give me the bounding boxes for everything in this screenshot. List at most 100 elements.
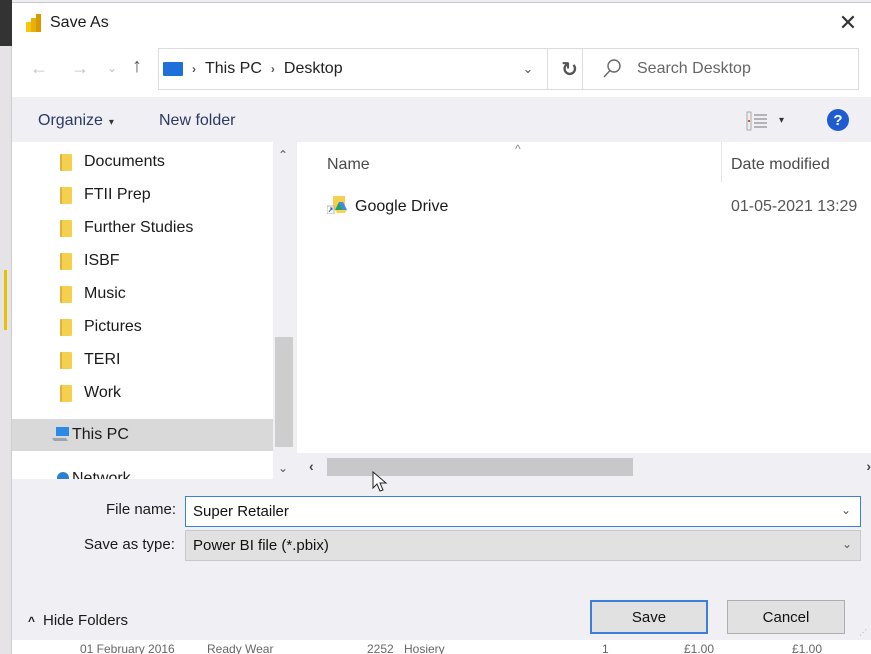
breadcrumb-this-pc[interactable]: This PC [205, 60, 262, 78]
background-accent-bar [4, 270, 7, 330]
forward-button[interactable]: → [71, 58, 89, 79]
organize-button[interactable]: Organize ▾ [38, 112, 114, 130]
column-header-date-modified[interactable]: Date modified [731, 156, 830, 174]
caret-down-icon: ▾ [108, 117, 114, 128]
google-drive-shortcut-icon [327, 196, 347, 214]
file-name: Google Drive [355, 198, 449, 215]
back-button[interactable]: ← [30, 58, 48, 79]
scroll-up-icon[interactable]: ⌃ [278, 148, 288, 162]
nav-item-further-studies[interactable]: Further Studies [12, 212, 273, 244]
address-dropdown-button[interactable]: ⌄ [509, 49, 547, 89]
background-app-bar [0, 0, 12, 46]
nav-item-label: Music [84, 285, 126, 302]
nav-item-label: Network [72, 470, 131, 479]
network-icon [57, 472, 69, 479]
nav-item-label: Further Studies [84, 219, 194, 236]
resize-grip-icon[interactable]: ⋰ [859, 628, 867, 637]
recent-locations-button[interactable]: ⌄ [107, 61, 117, 75]
folder-icon [60, 385, 72, 402]
cancel-button[interactable]: Cancel [727, 600, 845, 634]
power-bi-icon [26, 14, 41, 32]
nav-item-label: FTII Prep [84, 186, 151, 203]
mouse-cursor-icon [372, 471, 388, 492]
address-bar[interactable]: › This PC › Desktop ⌄ ↻ [158, 48, 592, 90]
file-row[interactable]: Google Drive 01-05-2021 13:29 [297, 188, 871, 220]
file-date-modified: 01-05-2021 13:29 [731, 198, 858, 215]
nav-item-documents[interactable]: Documents [12, 146, 273, 178]
chevron-down-icon: ⌄ [522, 61, 534, 76]
chevron-down-icon: ⌄ [841, 537, 852, 551]
column-header-name[interactable]: Name [327, 156, 370, 174]
close-button[interactable]: ✕ [825, 3, 871, 43]
folder-icon [60, 220, 72, 237]
nav-item-label: TERI [84, 351, 121, 368]
scrollbar-thumb[interactable] [275, 337, 293, 447]
save-as-type-select[interactable]: Power BI file (*.pbix) ⌄ [185, 530, 861, 561]
nav-pane-scrollbar[interactable]: ⌃ ⌄ [273, 142, 295, 479]
scroll-down-icon[interactable]: ⌄ [278, 461, 288, 475]
save-as-type-label: Save as type: [84, 536, 175, 553]
save-as-type-value: Power BI file (*.pbix) [193, 537, 329, 554]
search-placeholder: Search Desktop [637, 60, 751, 77]
background-cell: 01 February 2016 [80, 642, 175, 654]
scroll-right-icon[interactable]: › [866, 458, 871, 474]
nav-item-label: This PC [72, 426, 129, 443]
file-list: ^ Name Date modified Google Drive 01-05-… [297, 142, 871, 453]
save-button[interactable]: Save [590, 600, 708, 634]
nav-item-isbf[interactable]: ISBF [12, 245, 273, 277]
navigation-pane: Documents FTII Prep Further Studies ISBF… [12, 142, 273, 479]
nav-item-label: Documents [84, 153, 165, 170]
background-cell: £1.00 [684, 642, 715, 654]
view-options-caret[interactable]: ▾ [779, 115, 784, 126]
nav-item-label: ISBF [84, 252, 120, 269]
folder-icon [60, 319, 72, 336]
background-cell: Hosiery [404, 642, 445, 654]
hide-folders-label: Hide Folders [43, 612, 129, 629]
new-folder-button[interactable]: New folder [159, 112, 235, 130]
file-name-input[interactable] [185, 496, 861, 527]
help-icon[interactable]: ? [827, 109, 849, 131]
nav-item-this-pc[interactable]: This PC [12, 419, 273, 451]
nav-item-music[interactable]: Music [12, 278, 273, 310]
nav-item-network[interactable]: Network [12, 463, 273, 479]
this-pc-icon [163, 62, 183, 76]
folder-icon [60, 187, 72, 204]
scroll-left-icon[interactable]: ‹ [309, 458, 314, 474]
folder-icon [60, 352, 72, 369]
nav-item-label: Pictures [84, 318, 142, 335]
nav-item-teri[interactable]: TERI [12, 344, 273, 376]
search-box[interactable]: Search Desktop [582, 48, 859, 90]
nav-item-ftii-prep[interactable]: FTII Prep [12, 179, 273, 211]
view-details-icon[interactable] [746, 111, 768, 131]
search-icon [603, 59, 621, 78]
file-name-label: File name: [106, 501, 177, 518]
folder-icon [60, 154, 72, 171]
title-bar: Save As ✕ [12, 3, 871, 43]
command-toolbar: Organize ▾ New folder ▾ ? [12, 97, 871, 142]
nav-item-work[interactable]: Work [12, 377, 273, 409]
background-cell: 2252 [367, 642, 394, 654]
refresh-icon: ↻ [561, 58, 578, 81]
chevron-up-icon: ^ [28, 614, 36, 628]
background-cell: Ready Wear [207, 642, 274, 654]
column-divider[interactable] [721, 142, 722, 182]
dialog-title: Save As [50, 14, 109, 31]
nav-item-pictures[interactable]: Pictures [12, 311, 273, 343]
column-header-row: ^ Name Date modified [297, 142, 871, 182]
close-icon: ✕ [838, 10, 858, 35]
background-app-edge [0, 0, 12, 654]
breadcrumb-desktop[interactable]: Desktop [284, 60, 343, 78]
save-as-dialog: Save As ✕ ← → ⌄ ↑ › This PC › Desktop ⌄ … [12, 2, 871, 640]
breadcrumb-separator[interactable]: › [271, 62, 275, 76]
sort-ascending-icon: ^ [515, 142, 521, 156]
folder-icon [60, 286, 72, 303]
file-name-dropdown-icon[interactable]: ⌄ [841, 503, 851, 517]
navigation-bar: ← → ⌄ ↑ › This PC › Desktop ⌄ ↻ Search D… [12, 43, 871, 97]
breadcrumb-separator[interactable]: › [192, 62, 196, 76]
folder-icon [60, 253, 72, 270]
background-cell: 1 [602, 642, 609, 654]
hide-folders-button[interactable]: ^ Hide Folders [28, 612, 128, 629]
up-button[interactable]: ↑ [132, 55, 142, 78]
background-cell: £1.00 [792, 642, 823, 654]
computer-icon [52, 427, 69, 441]
